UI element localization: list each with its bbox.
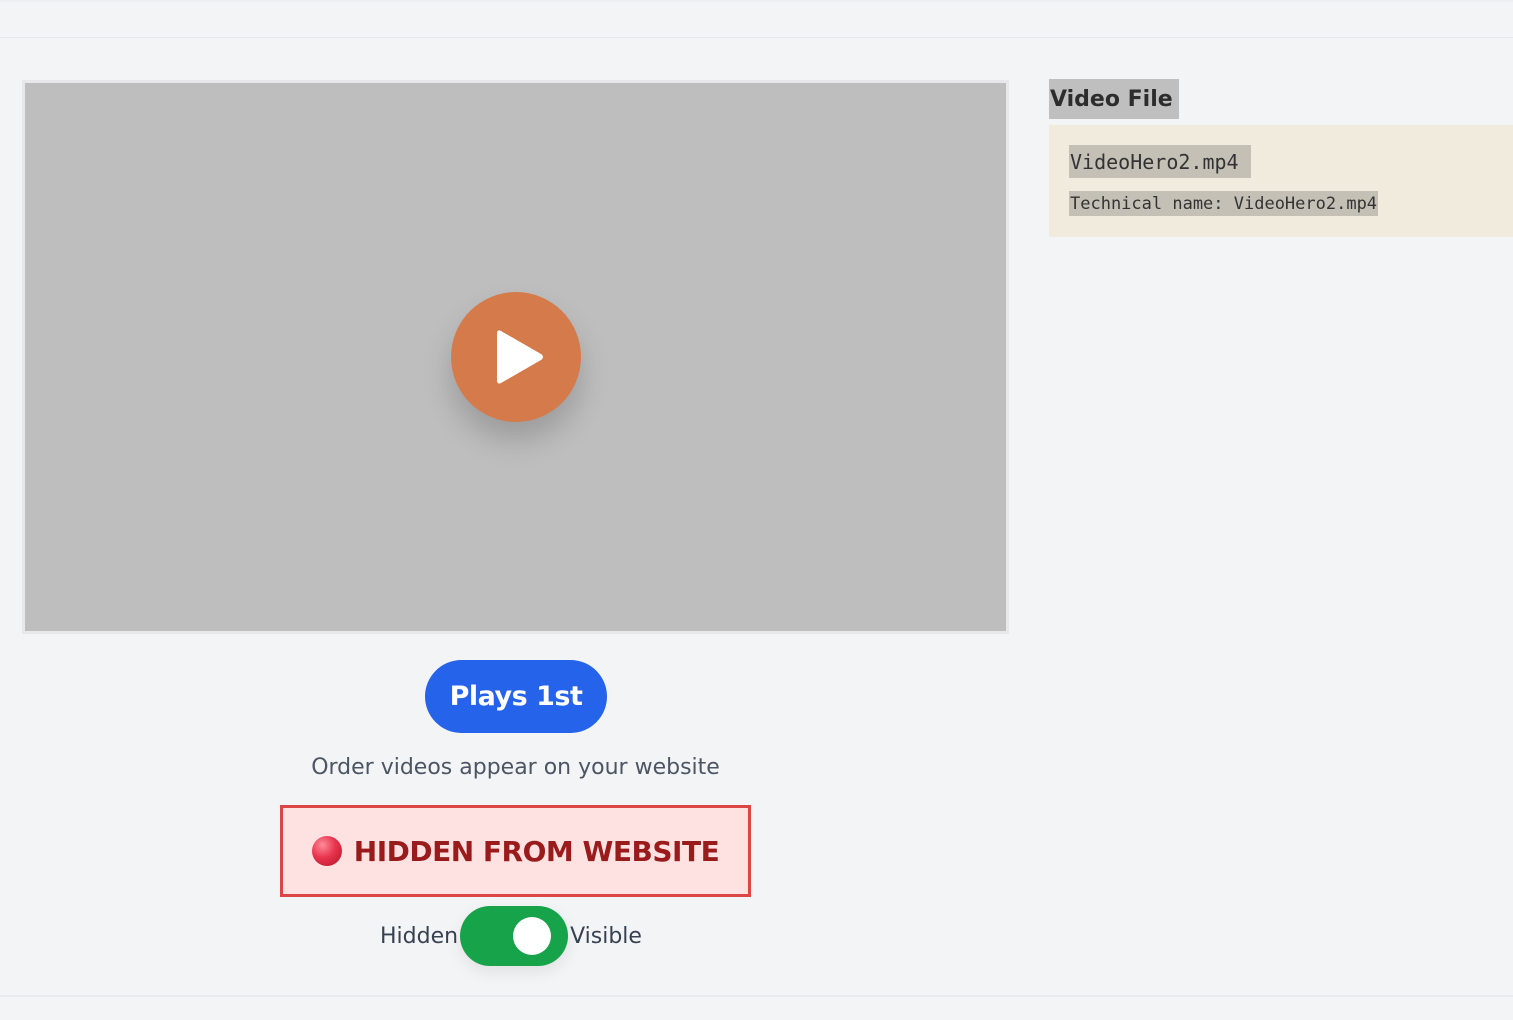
visibility-status-banner: HIDDEN FROM WEBSITE (280, 805, 751, 897)
technical-name: Technical name: VideoHero2.mp4 (1069, 191, 1379, 216)
file-name: VideoHero2.mp4 (1069, 145, 1251, 178)
play-button[interactable] (451, 292, 581, 422)
order-badge[interactable]: Plays 1st (425, 660, 607, 733)
visibility-toggle-row: Hidden Visible (380, 905, 642, 967)
bottom-bar (0, 995, 1513, 1020)
toggle-visible-label: Visible (570, 923, 642, 949)
visibility-toggle[interactable] (460, 906, 569, 966)
play-icon (497, 330, 543, 384)
video-file-card: VideoHero2.mp4 Technical name: VideoHero… (1049, 125, 1513, 237)
top-bar (0, 0, 1513, 38)
order-caption: Order videos appear on your website (311, 755, 720, 780)
toggle-hidden-label: Hidden (380, 923, 459, 949)
red-dot-icon (311, 836, 342, 866)
toggle-knob (513, 917, 552, 955)
video-file-heading: Video File (1049, 79, 1179, 119)
video-player[interactable] (22, 80, 1009, 634)
status-label: HIDDEN FROM WEBSITE (353, 834, 720, 868)
